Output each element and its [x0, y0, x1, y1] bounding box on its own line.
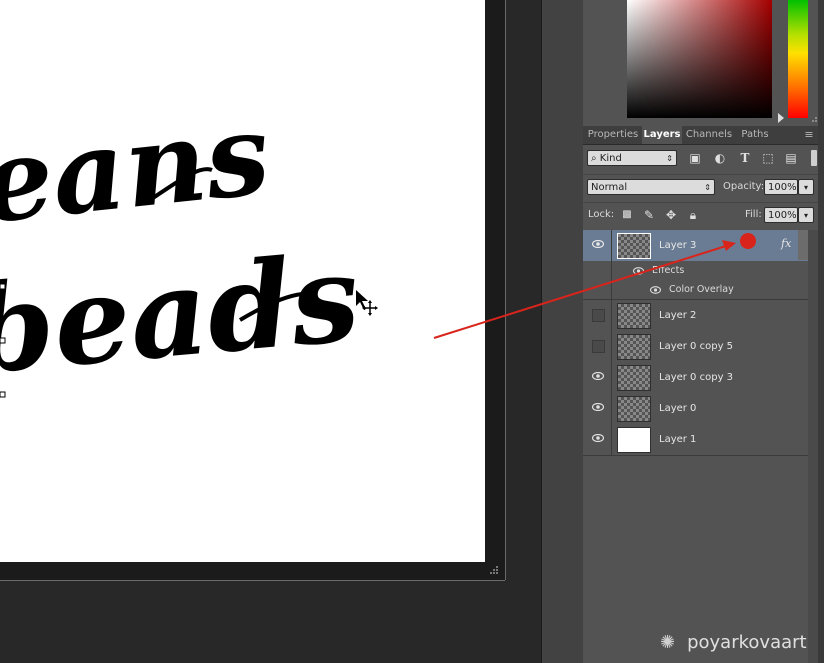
watermark-text: poyarkovaart — [687, 632, 807, 653]
watermark: ✺ poyarkovaart — [660, 632, 807, 656]
annotation-dot — [740, 233, 756, 249]
watermark-logo-icon: ✺ — [660, 632, 676, 653]
annotation-arrow — [433, 233, 756, 339]
